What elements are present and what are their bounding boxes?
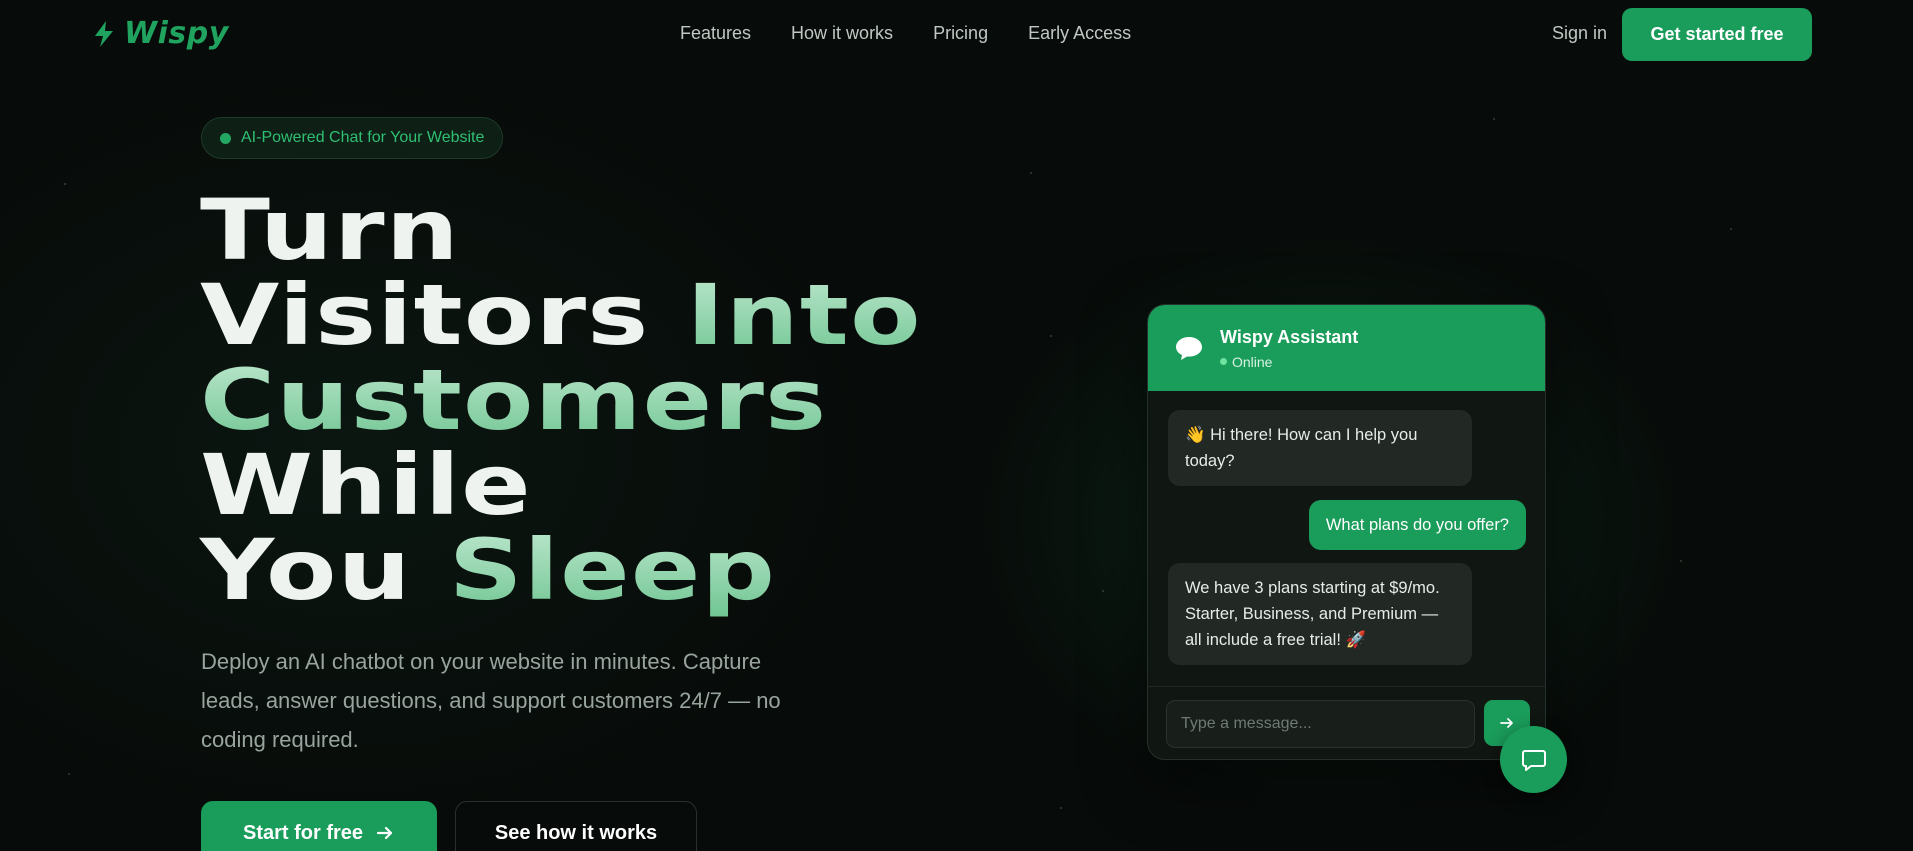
- chat-message-bot: We have 3 plans starting at $9/mo. Start…: [1168, 563, 1472, 665]
- chat-input-row: [1148, 686, 1545, 759]
- badge-label: AI-Powered Chat for Your Website: [241, 129, 485, 146]
- lightning-icon: [95, 20, 113, 47]
- arrow-right-icon: [376, 826, 393, 840]
- hero-badge: AI-Powered Chat for Your Website: [201, 117, 504, 159]
- logo[interactable]: Wispy: [92, 16, 229, 51]
- headline-word: While: [200, 436, 532, 534]
- chat-launcher-button[interactable]: [1500, 726, 1567, 793]
- top-nav: Wispy Features How it works Pricing Earl…: [0, 0, 1913, 68]
- nav-link-early-access[interactable]: Early Access: [1028, 23, 1131, 44]
- nav-links: Features How it works Pricing Early Acce…: [680, 23, 1131, 44]
- nav-link-features[interactable]: Features: [680, 23, 751, 44]
- message-square-icon: [1521, 749, 1546, 771]
- hero-headline: Turn Visitors Into Customers While You S…: [200, 188, 1152, 613]
- sign-in-link[interactable]: Sign in: [1552, 23, 1607, 44]
- headline-word-accent: Into: [686, 266, 922, 364]
- chat-message-user: What plans do you offer?: [1308, 500, 1526, 550]
- chat-header: Wispy Assistant Online: [1148, 305, 1545, 391]
- chat-title: Wispy Assistant: [1220, 326, 1359, 347]
- chat-status: Online: [1220, 354, 1358, 370]
- chat-status-label: Online: [1232, 353, 1273, 370]
- start-for-free-button[interactable]: Start for free: [201, 801, 437, 851]
- bg-dot: [1730, 228, 1732, 230]
- headline-word: Turn: [200, 181, 460, 279]
- get-started-button[interactable]: Get started free: [1622, 8, 1812, 61]
- badge-dot-icon: [220, 132, 231, 144]
- brand-name: Wispy: [124, 16, 229, 51]
- headline-word-accent: Customers: [200, 351, 828, 449]
- arrow-right-icon: [1500, 718, 1513, 728]
- bg-dot: [1030, 172, 1032, 174]
- headline-word: You: [200, 521, 412, 619]
- nav-link-pricing[interactable]: Pricing: [933, 23, 988, 44]
- online-dot-icon: [1220, 358, 1227, 365]
- bg-dot: [64, 183, 66, 185]
- start-button-label: Start for free: [242, 821, 364, 844]
- bg-dot: [1680, 560, 1682, 562]
- bg-dot: [1060, 807, 1062, 809]
- headline-word-accent: Sleep: [448, 521, 777, 619]
- chat-widget: Wispy Assistant Online 👋 Hi there! How c…: [1147, 304, 1546, 760]
- bg-dot: [1493, 118, 1495, 120]
- bg-dot: [68, 773, 70, 775]
- hero-subtext: Deploy an AI chatbot on your website in …: [201, 649, 781, 752]
- chat-message-input[interactable]: [1166, 700, 1475, 748]
- headline-word: Visitors: [200, 266, 650, 364]
- nav-link-how-it-works[interactable]: How it works: [791, 23, 893, 44]
- see-how-it-works-button[interactable]: See how it works: [455, 801, 697, 851]
- chat-bubble-icon: [1176, 337, 1202, 360]
- chat-message-bot: 👋 Hi there! How can I help you today?: [1168, 410, 1472, 486]
